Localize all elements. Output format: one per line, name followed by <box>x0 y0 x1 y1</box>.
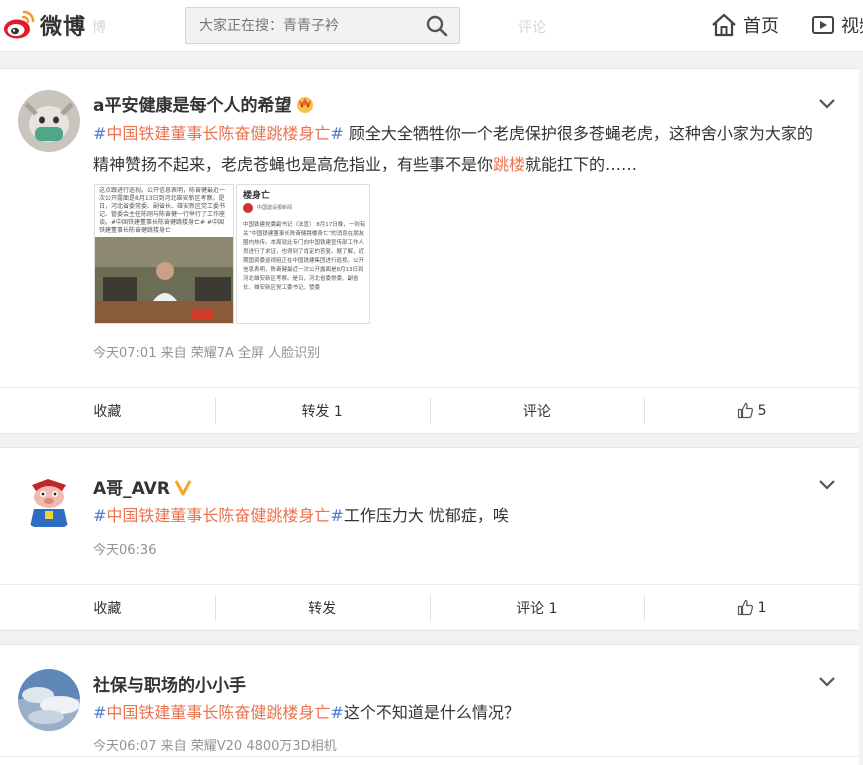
feed-card: A哥_AVR #中国铁建董事长陈奋健跳楼身亡#工作压力大 忧郁症，唉 今天06:… <box>0 447 859 631</box>
avatar-image <box>18 469 80 531</box>
comment-button[interactable]: 评论 <box>429 388 645 433</box>
image-title-right: 楼身亡 <box>243 191 271 201</box>
username[interactable]: a平安健康是每个人的希望 <box>93 91 315 116</box>
post-body-a: 这个不知道是什么情况？ <box>343 703 520 722</box>
avatar[interactable] <box>18 90 80 152</box>
feed-card: 社保与职场的小小手 #中国铁建董事长陈奋健跳楼身亡#这个不知道是什么情况？ 今天… <box>0 644 859 765</box>
video-icon <box>812 16 834 34</box>
nav-video-label: 视频 <box>841 16 863 37</box>
post-meta: 今天06:36 <box>93 543 157 558</box>
top-bar: 微博 博 评论 首页 视频 <box>0 0 863 52</box>
source-avatar-icon <box>243 203 253 213</box>
action-bar: 收藏 转发 1 评论 5 <box>0 387 859 433</box>
thumbs-up-icon <box>737 599 753 616</box>
topic-hash-close[interactable]: # <box>330 506 343 525</box>
comment-button[interactable]: 评论 1 <box>429 585 645 630</box>
image-body-right: 中国铁建党委副书记（法宣） 8月17日晚，一则有关“中国铁建董事长陈奋健跳楼身亡… <box>243 222 366 291</box>
meeting-photo <box>95 237 233 323</box>
post-text: #中国铁建董事长陈奋健跳楼身亡# 顾全大全牺牲你一个老虎保护很多苍蝇老虎，这种舍… <box>93 118 813 180</box>
post-image-2[interactable]: 楼身亡 中国建设报新闻 中国铁建党委副书记（法宣） 8月17日晚，一则有关“中国… <box>236 184 370 324</box>
search-icon[interactable] <box>425 14 449 38</box>
home-icon <box>712 13 736 37</box>
favorite-button[interactable]: 收藏 <box>0 585 215 630</box>
username-text: 社保与职场的小小手 <box>93 676 246 696</box>
like-count: 5 <box>757 402 767 419</box>
crown-emoji-icon <box>297 96 314 113</box>
weibo-eye-icon <box>4 10 35 39</box>
action-bar-partial <box>0 756 859 765</box>
repost-button[interactable]: 转发 <box>214 585 430 630</box>
username[interactable]: 社保与职场的小小手 <box>93 671 246 696</box>
image-gallery: 这点跟进行巡视。公开信息表明，陈奋健最近一次公开露面是8月13日到河北雄安新区考… <box>94 184 370 324</box>
topic-link[interactable]: 中国铁建董事长陈奋健跳楼身亡 <box>106 124 330 143</box>
chevron-down-icon[interactable] <box>817 478 837 492</box>
search-input[interactable] <box>186 8 416 43</box>
chevron-down-icon[interactable] <box>817 97 837 111</box>
post-image-1[interactable]: 这点跟进行巡视。公开信息表明，陈奋健最近一次公开露面是8月13日到河北雄安新区考… <box>94 184 234 324</box>
topic-hash-close[interactable]: # <box>330 124 343 143</box>
ghost-nav-center: 评论 <box>518 20 546 36</box>
verified-v-icon <box>174 479 192 495</box>
post-text: #中国铁建董事长陈奋健跳楼身亡#这个不知道是什么情况？ <box>93 697 813 728</box>
topic-link[interactable]: 中国铁建董事长陈奋健跳楼身亡 <box>106 703 330 722</box>
like-button[interactable]: 5 <box>644 388 859 433</box>
topic-link[interactable]: 中国铁建董事长陈奋健跳楼身亡 <box>106 506 330 525</box>
avatar-image <box>18 90 80 152</box>
image-source-right: 中国建设报新闻 <box>257 205 293 211</box>
chevron-down-icon[interactable] <box>817 675 837 689</box>
topic-hash-close[interactable]: # <box>330 703 343 722</box>
topic-hash-open[interactable]: # <box>93 124 106 143</box>
image-caption-left: 这点跟进行巡视。公开信息表明，陈奋健最近一次公开露面是8月13日到河北雄安新区考… <box>99 187 226 234</box>
search-box <box>185 7 460 44</box>
feed-card: a平安健康是每个人的希望 #中国铁建董事长陈奋健跳楼身亡# 顾全大全牺牲你一个老… <box>0 68 859 434</box>
nav-home-label: 首页 <box>743 16 779 37</box>
repost-button[interactable]: 转发 1 <box>214 388 430 433</box>
username-text: a平安健康是每个人的希望 <box>93 96 292 116</box>
post-meta: 今天06:07 来自 荣耀V20 4800万3D相机 <box>93 739 337 754</box>
ghost-nav-left: 博 <box>92 20 106 36</box>
username-text: A哥_AVR <box>93 479 170 499</box>
topic-hash-open[interactable]: # <box>93 506 106 525</box>
weibo-logo[interactable]: 微博 <box>2 6 86 44</box>
post-text: #中国铁建董事长陈奋健跳楼身亡#工作压力大 忧郁症，唉 <box>93 500 813 531</box>
post-body-b: 就能扛下的…… <box>525 155 638 174</box>
action-bar: 收藏 转发 评论 1 1 <box>0 584 859 630</box>
logo-text: 微博 <box>40 15 87 40</box>
nav-home[interactable]: 首页 <box>711 12 779 38</box>
avatar-image <box>18 669 80 731</box>
like-count: 1 <box>757 599 767 616</box>
topic-hash-open[interactable]: # <box>93 703 106 722</box>
post-meta: 今天07:01 来自 荣耀7A 全屏 人脸识别 <box>93 346 321 361</box>
username[interactable]: A哥_AVR <box>93 474 192 499</box>
avatar[interactable] <box>18 469 80 531</box>
favorite-button[interactable]: 收藏 <box>0 388 215 433</box>
avatar[interactable] <box>18 669 80 731</box>
thumbs-up-icon <box>737 402 753 419</box>
nav-video[interactable]: 视频 <box>811 12 863 38</box>
post-body-a: 工作压力大 忧郁症，唉 <box>343 506 509 525</box>
keyword-link[interactable]: 跳楼 <box>493 155 525 174</box>
like-button[interactable]: 1 <box>644 585 859 630</box>
